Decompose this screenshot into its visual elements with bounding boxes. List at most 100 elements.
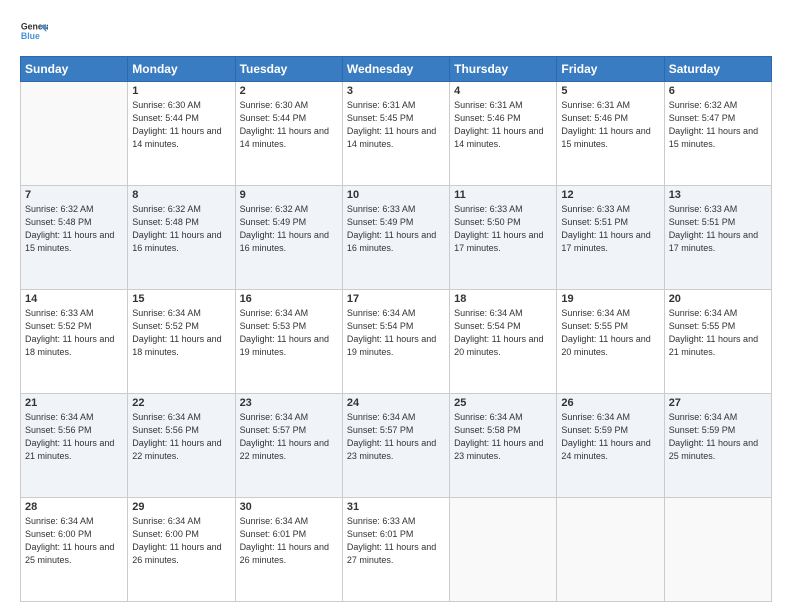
- day-cell: 20 Sunrise: 6:34 AMSunset: 5:55 PMDayligh…: [664, 290, 771, 394]
- day-cell: 7 Sunrise: 6:32 AMSunset: 5:48 PMDaylight…: [21, 186, 128, 290]
- logo-icon: General Blue: [20, 18, 48, 46]
- day-cell: 13 Sunrise: 6:33 AMSunset: 5:51 PMDayligh…: [664, 186, 771, 290]
- day-info: Sunrise: 6:31 AMSunset: 5:46 PMDaylight:…: [561, 99, 659, 151]
- col-header-saturday: Saturday: [664, 57, 771, 82]
- day-number: 28: [25, 501, 123, 513]
- page: General Blue SundayMondayTuesdayWednesda…: [0, 0, 792, 612]
- col-header-friday: Friday: [557, 57, 664, 82]
- day-number: 30: [240, 501, 338, 513]
- week-row-5: 28 Sunrise: 6:34 AMSunset: 6:00 PMDayligh…: [21, 498, 772, 602]
- day-number: 10: [347, 189, 445, 201]
- day-cell: 16 Sunrise: 6:34 AMSunset: 5:53 PMDayligh…: [235, 290, 342, 394]
- day-cell: [557, 498, 664, 602]
- day-cell: 28 Sunrise: 6:34 AMSunset: 6:00 PMDayligh…: [21, 498, 128, 602]
- day-number: 7: [25, 189, 123, 201]
- day-number: 20: [669, 293, 767, 305]
- day-number: 26: [561, 397, 659, 409]
- day-number: 29: [132, 501, 230, 513]
- day-cell: 4Sunrise: 6:31 AMSunset: 5:46 PMDaylight…: [450, 82, 557, 186]
- day-number: 8: [132, 189, 230, 201]
- day-cell: 2 Sunrise: 6:30 AMSunset: 5:44 PMDaylight…: [235, 82, 342, 186]
- day-number: 18: [454, 293, 552, 305]
- day-number: 1: [132, 85, 230, 97]
- day-number: 31: [347, 501, 445, 513]
- day-number: 21: [25, 397, 123, 409]
- day-info: Sunrise: 6:34 AMSunset: 5:53 PMDaylight:…: [240, 307, 338, 359]
- day-number: 2: [240, 85, 338, 97]
- col-header-tuesday: Tuesday: [235, 57, 342, 82]
- week-row-3: 14 Sunrise: 6:33 AMSunset: 5:52 PMDayligh…: [21, 290, 772, 394]
- day-cell: 21 Sunrise: 6:34 AMSunset: 5:56 PMDayligh…: [21, 394, 128, 498]
- day-cell: 5 Sunrise: 6:31 AMSunset: 5:46 PMDaylight…: [557, 82, 664, 186]
- day-number: 17: [347, 293, 445, 305]
- day-cell: [21, 82, 128, 186]
- day-cell: 3 Sunrise: 6:31 AMSunset: 5:45 PMDaylight…: [342, 82, 449, 186]
- day-cell: 10Sunrise: 6:33 AMSunset: 5:49 PMDayligh…: [342, 186, 449, 290]
- day-info: Sunrise: 6:34 AMSunset: 5:55 PMDaylight:…: [561, 307, 659, 359]
- day-number: 9: [240, 189, 338, 201]
- day-number: 4: [454, 85, 552, 97]
- day-info: Sunrise: 6:31 AMSunset: 5:45 PMDaylight:…: [347, 99, 445, 151]
- day-cell: 11Sunrise: 6:33 AMSunset: 5:50 PMDayligh…: [450, 186, 557, 290]
- day-number: 6: [669, 85, 767, 97]
- day-info: Sunrise: 6:32 AMSunset: 5:49 PMDaylight:…: [240, 203, 338, 255]
- day-cell: 18 Sunrise: 6:34 AMSunset: 5:54 PMDayligh…: [450, 290, 557, 394]
- day-cell: 15 Sunrise: 6:34 AMSunset: 5:52 PMDayligh…: [128, 290, 235, 394]
- day-info: Sunrise: 6:30 AMSunset: 5:44 PMDaylight:…: [132, 99, 230, 151]
- day-number: 15: [132, 293, 230, 305]
- header-row: SundayMondayTuesdayWednesdayThursdayFrid…: [21, 57, 772, 82]
- day-info: Sunrise: 6:34 AMSunset: 5:56 PMDaylight:…: [25, 411, 123, 463]
- day-info: Sunrise: 6:34 AMSunset: 5:55 PMDaylight:…: [669, 307, 767, 359]
- day-info: Sunrise: 6:32 AMSunset: 5:48 PMDaylight:…: [25, 203, 123, 255]
- day-info: Sunrise: 6:34 AMSunset: 5:57 PMDaylight:…: [347, 411, 445, 463]
- day-info: Sunrise: 6:33 AMSunset: 5:51 PMDaylight:…: [669, 203, 767, 255]
- day-cell: 30 Sunrise: 6:34 AMSunset: 6:01 PMDayligh…: [235, 498, 342, 602]
- day-number: 14: [25, 293, 123, 305]
- day-cell: 12 Sunrise: 6:33 AMSunset: 5:51 PMDayligh…: [557, 186, 664, 290]
- day-info: Sunrise: 6:34 AMSunset: 5:54 PMDaylight:…: [347, 307, 445, 359]
- day-number: 13: [669, 189, 767, 201]
- day-cell: [450, 498, 557, 602]
- week-row-2: 7 Sunrise: 6:32 AMSunset: 5:48 PMDaylight…: [21, 186, 772, 290]
- day-info: Sunrise: 6:34 AMSunset: 6:01 PMDaylight:…: [240, 515, 338, 567]
- logo: General Blue: [20, 18, 48, 46]
- day-number: 24: [347, 397, 445, 409]
- col-header-monday: Monday: [128, 57, 235, 82]
- day-cell: 19 Sunrise: 6:34 AMSunset: 5:55 PMDayligh…: [557, 290, 664, 394]
- day-cell: 9 Sunrise: 6:32 AMSunset: 5:49 PMDaylight…: [235, 186, 342, 290]
- col-header-wednesday: Wednesday: [342, 57, 449, 82]
- day-number: 12: [561, 189, 659, 201]
- day-cell: 22 Sunrise: 6:34 AMSunset: 5:56 PMDayligh…: [128, 394, 235, 498]
- day-info: Sunrise: 6:33 AMSunset: 5:52 PMDaylight:…: [25, 307, 123, 359]
- day-cell: 23Sunrise: 6:34 AMSunset: 5:57 PMDayligh…: [235, 394, 342, 498]
- calendar: SundayMondayTuesdayWednesdayThursdayFrid…: [20, 56, 772, 602]
- day-number: 3: [347, 85, 445, 97]
- col-header-sunday: Sunday: [21, 57, 128, 82]
- day-info: Sunrise: 6:33 AMSunset: 6:01 PMDaylight:…: [347, 515, 445, 567]
- day-info: Sunrise: 6:34 AMSunset: 5:58 PMDaylight:…: [454, 411, 552, 463]
- day-number: 19: [561, 293, 659, 305]
- day-info: Sunrise: 6:34 AMSunset: 5:56 PMDaylight:…: [132, 411, 230, 463]
- day-info: Sunrise: 6:34 AMSunset: 5:59 PMDaylight:…: [669, 411, 767, 463]
- day-number: 5: [561, 85, 659, 97]
- day-number: 27: [669, 397, 767, 409]
- day-info: Sunrise: 6:34 AMSunset: 5:54 PMDaylight:…: [454, 307, 552, 359]
- day-number: 16: [240, 293, 338, 305]
- day-cell: 27 Sunrise: 6:34 AMSunset: 5:59 PMDayligh…: [664, 394, 771, 498]
- day-cell: 17 Sunrise: 6:34 AMSunset: 5:54 PMDayligh…: [342, 290, 449, 394]
- day-info: Sunrise: 6:32 AMSunset: 5:47 PMDaylight:…: [669, 99, 767, 151]
- day-cell: 1 Sunrise: 6:30 AMSunset: 5:44 PMDaylight…: [128, 82, 235, 186]
- day-number: 22: [132, 397, 230, 409]
- week-row-1: 1 Sunrise: 6:30 AMSunset: 5:44 PMDaylight…: [21, 82, 772, 186]
- day-info: Sunrise: 6:30 AMSunset: 5:44 PMDaylight:…: [240, 99, 338, 151]
- day-cell: 6 Sunrise: 6:32 AMSunset: 5:47 PMDaylight…: [664, 82, 771, 186]
- day-info: Sunrise: 6:33 AMSunset: 5:51 PMDaylight:…: [561, 203, 659, 255]
- day-cell: 14 Sunrise: 6:33 AMSunset: 5:52 PMDayligh…: [21, 290, 128, 394]
- day-cell: 26Sunrise: 6:34 AMSunset: 5:59 PMDayligh…: [557, 394, 664, 498]
- week-row-4: 21 Sunrise: 6:34 AMSunset: 5:56 PMDayligh…: [21, 394, 772, 498]
- day-info: Sunrise: 6:34 AMSunset: 5:57 PMDaylight:…: [240, 411, 338, 463]
- day-info: Sunrise: 6:34 AMSunset: 5:52 PMDaylight:…: [132, 307, 230, 359]
- day-info: Sunrise: 6:34 AMSunset: 6:00 PMDaylight:…: [25, 515, 123, 567]
- day-info: Sunrise: 6:32 AMSunset: 5:48 PMDaylight:…: [132, 203, 230, 255]
- day-cell: [664, 498, 771, 602]
